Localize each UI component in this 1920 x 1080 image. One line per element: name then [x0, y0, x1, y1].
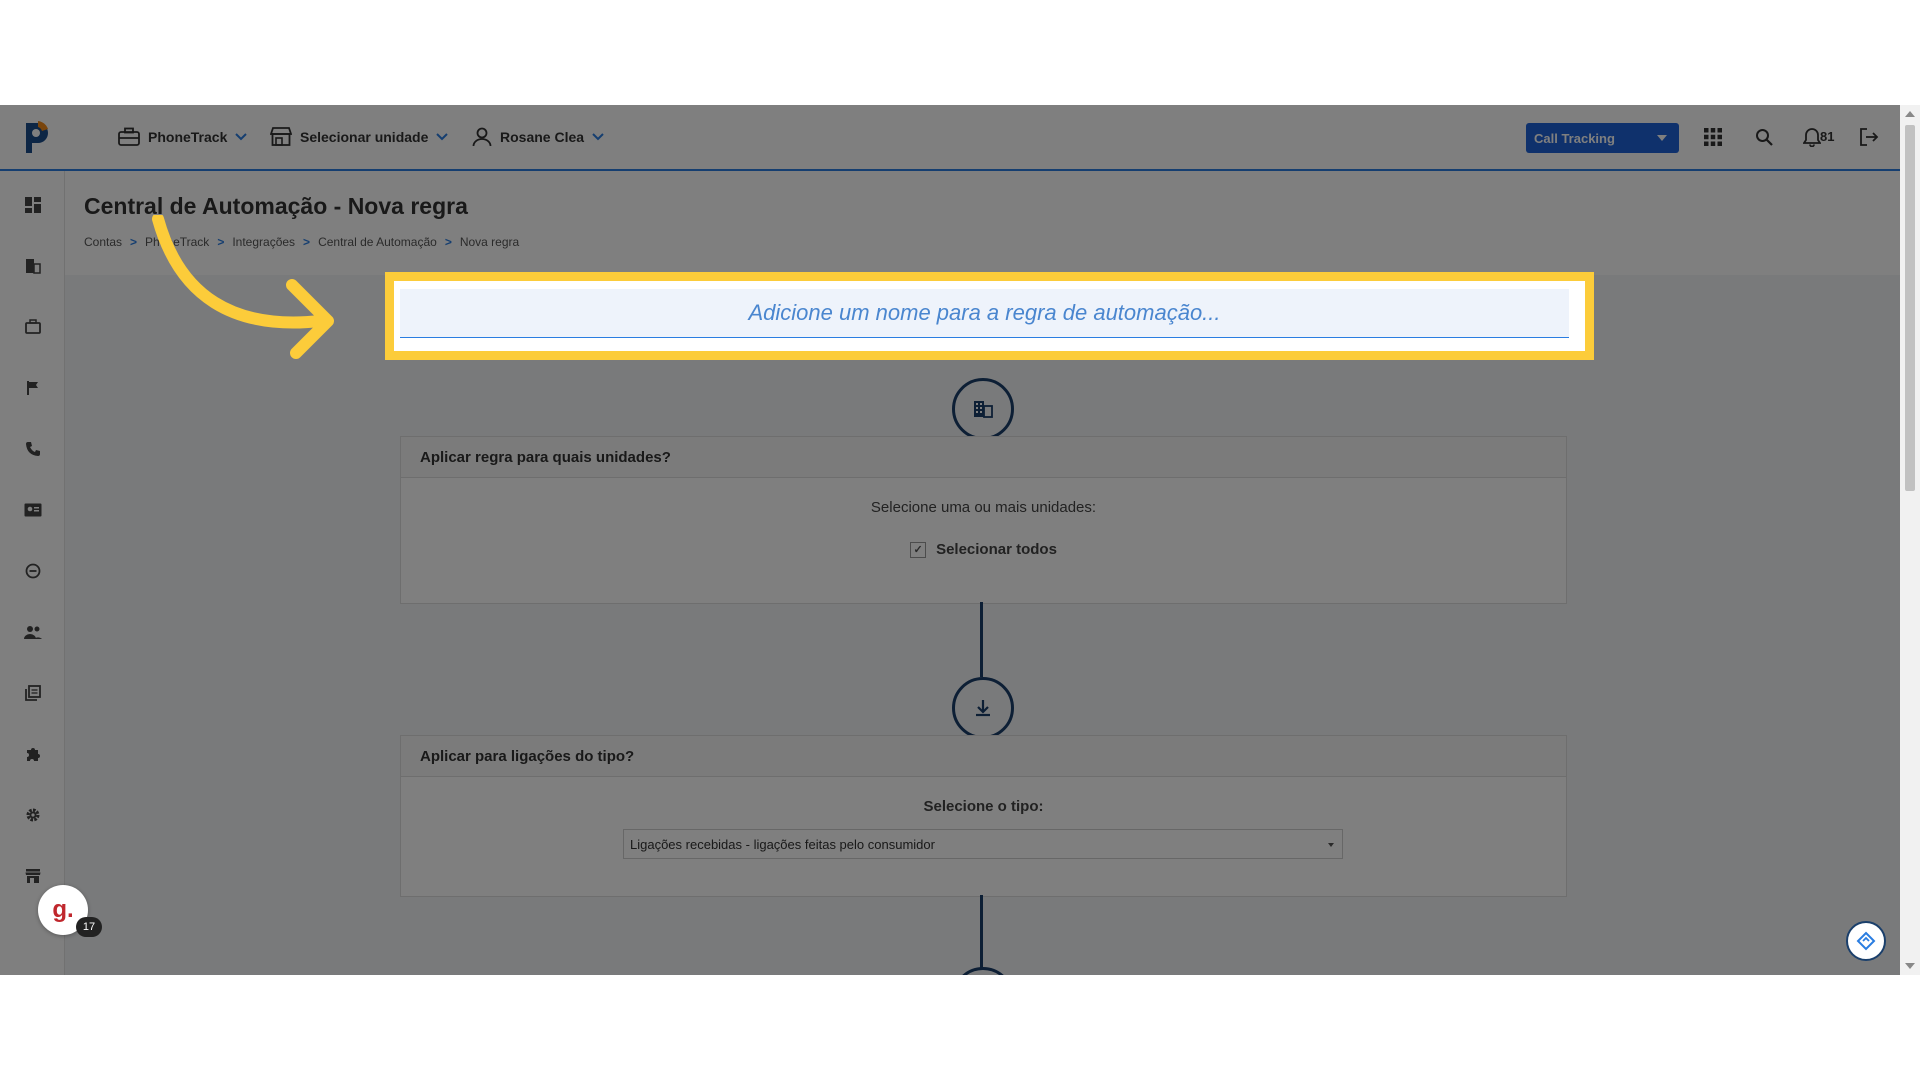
refresh-icon — [1856, 931, 1876, 951]
breadcrumb-separator: > — [130, 235, 138, 249]
product-select[interactable]: Call Tracking — [1526, 123, 1679, 153]
pointer-arrow-icon — [152, 215, 334, 359]
chevron-down-icon — [592, 133, 604, 141]
top-header: PhoneTrack Selecionar unidade Rosane Cle… — [0, 105, 1900, 171]
units-prompt: Selecione uma ou mais unidades: — [870, 499, 1097, 516]
nav-user-menu[interactable]: Rosane Clea — [472, 125, 604, 149]
call-type-card: Aplicar para ligações do tipo? Selecione… — [400, 735, 1567, 897]
nav-user-label: Rosane Clea — [500, 129, 585, 145]
store-icon — [270, 127, 292, 146]
units-card: Aplicar regra para quais unidades? Selec… — [400, 436, 1567, 604]
store-icon[interactable] — [21, 864, 45, 888]
download-arrow-icon — [976, 700, 990, 717]
chat-widget[interactable] — [1846, 921, 1886, 961]
phone-icon[interactable] — [21, 437, 45, 461]
connector-line — [980, 602, 983, 677]
select-all-label: Selecionar todos — [936, 541, 1057, 558]
flag-icon[interactable] — [21, 376, 45, 400]
logout-icon[interactable] — [1857, 125, 1881, 149]
caret-down-icon — [1328, 843, 1334, 847]
nav-select-unit[interactable]: Selecionar unidade — [270, 125, 449, 149]
call-type-prompt: Selecione o tipo: — [923, 798, 1044, 815]
sidebar — [0, 171, 65, 975]
call-type-card-header: Aplicar para ligações do tipo? — [401, 736, 1566, 777]
units-card-header: Aplicar regra para quais unidades? — [401, 437, 1566, 478]
call-type-selected-value: Ligações recebidas - ligações feitas pel… — [630, 836, 935, 852]
search-icon[interactable] — [1752, 125, 1776, 149]
nav-phonetrack[interactable]: PhoneTrack — [118, 125, 248, 149]
caret-down-icon — [1657, 135, 1667, 141]
building-icon — [974, 401, 993, 418]
building-icon[interactable] — [21, 254, 45, 278]
users-icon[interactable] — [21, 620, 45, 644]
nav-phonetrack-label: PhoneTrack — [148, 129, 228, 145]
user-icon — [472, 127, 492, 147]
chevron-down-icon — [235, 133, 248, 141]
gear-icon[interactable] — [21, 803, 45, 827]
rule-name-input[interactable] — [400, 289, 1569, 338]
briefcase-icon — [118, 127, 140, 146]
next-step-circle — [952, 967, 1014, 975]
product-select-label: Call Tracking — [1534, 130, 1615, 146]
apps-grid-icon[interactable] — [1701, 125, 1725, 149]
breadcrumb-nova-regra: Nova regra — [459, 235, 520, 249]
select-all-checkbox[interactable]: ✓ — [910, 541, 927, 558]
chevron-down-icon — [436, 133, 449, 141]
briefcase-icon[interactable] — [21, 315, 45, 339]
scroll-thumb[interactable] — [1905, 125, 1915, 491]
g-widget-badge: 17 — [76, 917, 102, 937]
units-step-circle — [952, 378, 1014, 440]
g-widget-letter: g. — [52, 896, 74, 923]
rule-name-container — [394, 281, 1585, 351]
phonetrack-logo[interactable] — [20, 117, 54, 157]
puzzle-icon[interactable] — [21, 742, 45, 766]
scroll-down-arrow[interactable] — [1905, 963, 1915, 969]
call-type-step-circle — [952, 677, 1014, 739]
breadcrumb-contas[interactable]: Contas — [84, 235, 122, 249]
select-all-row[interactable]: ✓ Selecionar todos — [401, 541, 1566, 558]
contact-card-icon[interactable] — [21, 498, 45, 522]
notification-count: 81 — [1820, 129, 1835, 144]
dashboard-icon[interactable] — [21, 193, 45, 217]
scrollbar[interactable] — [1900, 105, 1920, 975]
nav-select-unit-label: Selecionar unidade — [300, 129, 429, 145]
circle-minus-icon[interactable] — [21, 559, 45, 583]
breadcrumb-separator: > — [444, 235, 452, 249]
call-type-select[interactable]: Ligações recebidas - ligações feitas pel… — [623, 829, 1343, 859]
library-icon[interactable] — [21, 681, 45, 705]
connector-line — [980, 895, 983, 975]
app-viewport: PhoneTrack Selecionar unidade Rosane Cle… — [0, 105, 1920, 975]
scroll-up-arrow[interactable] — [1905, 111, 1915, 117]
